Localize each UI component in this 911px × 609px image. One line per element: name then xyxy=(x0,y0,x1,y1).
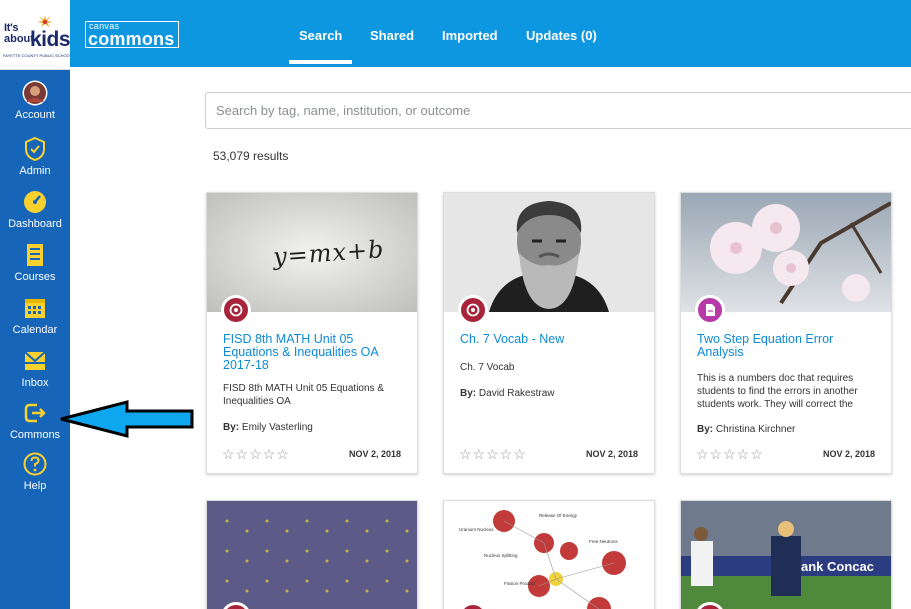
nav-courses[interactable]: Courses xyxy=(0,242,70,283)
card-title[interactable]: Two Step Equation Error Analysis xyxy=(697,333,879,359)
results-count: 53,079 results xyxy=(213,149,289,163)
book-icon xyxy=(27,244,43,266)
label-uranium-nucleus: Uranium Nucleus xyxy=(459,527,494,532)
target-icon xyxy=(458,295,488,325)
nav-account[interactable]: Account xyxy=(0,80,70,121)
card-thumbnail xyxy=(681,193,891,312)
canvas-commons-logo[interactable]: canvas commons xyxy=(85,21,179,49)
logo-subtitle: FAYETTE COUNTY PUBLIC SCHOOLS xyxy=(3,53,75,58)
nav-help[interactable]: Help xyxy=(0,451,70,492)
help-icon xyxy=(23,452,47,476)
card-thumbnail: Release Of Energy Uranium Nucleus Free N… xyxy=(444,501,654,609)
nav-label-help: Help xyxy=(23,480,47,492)
card-author: By: David Rakestraw xyxy=(460,388,555,399)
resource-card[interactable]: Release Of Energy Uranium Nucleus Free N… xyxy=(443,500,655,609)
resource-card[interactable]: Two Step Equation Error Analysis This is… xyxy=(680,192,892,474)
tab-shared[interactable]: Shared xyxy=(370,28,414,43)
nav-label-calendar: Calendar xyxy=(12,324,58,336)
card-date: NOV 2, 2018 xyxy=(822,449,875,459)
gauge-icon xyxy=(24,191,46,213)
search-input[interactable] xyxy=(205,92,911,129)
commons-icon xyxy=(24,403,46,423)
author-name: David Rakestraw xyxy=(478,388,555,399)
label-free-neutrons: Free Neutrons xyxy=(589,539,619,544)
card-thumbnail: y=mx+b xyxy=(207,193,417,312)
card-description: Ch. 7 Vocab xyxy=(460,362,515,373)
tab-search[interactable]: Search xyxy=(288,28,353,64)
annotation-arrow-icon xyxy=(60,400,194,438)
brand-bottom: commons xyxy=(88,29,175,49)
resource-card[interactable]: y=mx+b FISD 8th MATH Unit 05 Equations &… xyxy=(206,192,418,474)
tab-updates[interactable]: Updates (0) xyxy=(526,28,597,43)
school-logo[interactable]: It's about kids FAYETTE COUNTY PUBLIC SC… xyxy=(0,0,75,70)
author-label: By: xyxy=(223,422,240,433)
card-description: This is a numbers doc that requires stud… xyxy=(697,373,858,410)
card-title[interactable]: Ch. 7 Vocab - New xyxy=(460,333,642,346)
nav-label-admin: Admin xyxy=(19,165,51,177)
card-description: FISD 8th MATH Unit 05 Equations & Inequa… xyxy=(223,383,384,407)
global-nav: It's about kids FAYETTE COUNTY PUBLIC SC… xyxy=(0,0,75,609)
author-name: Emily Vasterling xyxy=(241,422,313,433)
nav-inbox[interactable]: Inbox xyxy=(0,348,70,389)
nav-label-account: Account xyxy=(15,109,55,121)
nav-label-dashboard: Dashboard xyxy=(8,218,62,230)
inbox-icon xyxy=(24,351,46,370)
commons-header: canvas commons Search Shared Imported Up… xyxy=(70,0,911,67)
resource-card[interactable] xyxy=(206,500,418,609)
card-thumbnail xyxy=(207,501,417,609)
nav-label-inbox: Inbox xyxy=(21,377,49,389)
card-date: NOV 2, 2018 xyxy=(585,449,638,459)
nav-calendar[interactable]: Calendar xyxy=(0,295,70,336)
shield-icon xyxy=(25,136,45,162)
card-thumbnail: ank Concac xyxy=(681,501,891,609)
document-icon xyxy=(695,295,725,325)
nav-dashboard[interactable]: Dashboard xyxy=(0,189,70,230)
rating-stars[interactable]: ☆☆☆☆☆ xyxy=(222,446,290,463)
nav-label-courses: Courses xyxy=(14,271,56,283)
card-title[interactable]: FISD 8th MATH Unit 05 Equations & Inequa… xyxy=(223,333,405,372)
label-fission-product: Fission Product xyxy=(504,581,536,586)
resource-card[interactable]: Ch. 7 Vocab - New Ch. 7 Vocab By: David … xyxy=(443,192,655,474)
logo-word: kids xyxy=(30,28,71,51)
rating-stars[interactable]: ☆☆☆☆☆ xyxy=(459,446,527,463)
nav-admin[interactable]: Admin xyxy=(0,136,70,177)
author-label: By: xyxy=(697,424,714,435)
target-icon xyxy=(221,295,251,325)
label-release-of-energy: Release Of Energy xyxy=(539,513,578,518)
sun-icon xyxy=(37,15,53,27)
card-author: By: Christina Kirchner xyxy=(697,424,795,435)
resource-card[interactable]: ank Concac xyxy=(680,500,892,609)
card-date: NOV 2, 2018 xyxy=(348,449,401,459)
stadium-sign: ank Concac xyxy=(801,559,874,574)
author-label: By: xyxy=(460,388,477,399)
author-name: Christina Kirchner xyxy=(715,424,796,435)
card-thumbnail xyxy=(444,193,654,312)
calendar-icon xyxy=(25,299,45,318)
label-nucleus-splitting: Nucleus Splitting xyxy=(484,553,518,558)
avatar xyxy=(22,80,48,106)
tab-imported[interactable]: Imported xyxy=(442,28,498,43)
card-author: By: Emily Vasterling xyxy=(223,422,313,433)
rating-stars[interactable]: ☆☆☆☆☆ xyxy=(696,446,764,463)
